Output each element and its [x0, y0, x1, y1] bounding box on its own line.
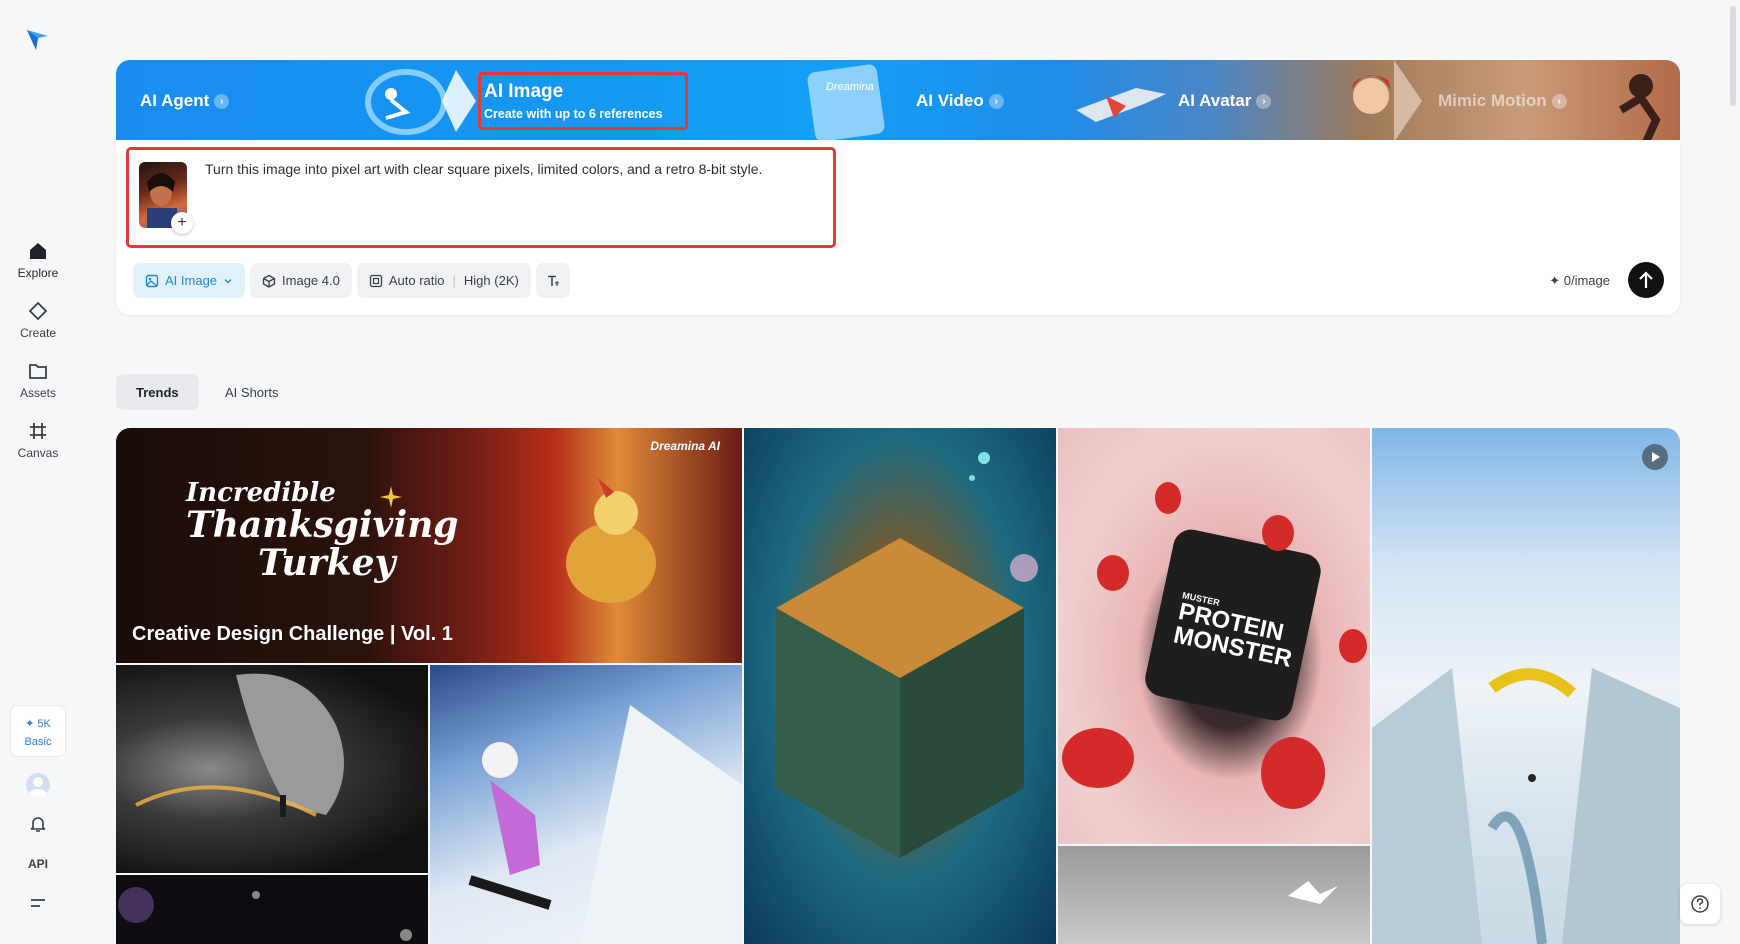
- bird-illustration: [1288, 881, 1338, 904]
- tab-label: Mimic Motion: [1438, 91, 1547, 110]
- help-button[interactable]: [1680, 884, 1720, 924]
- chevron-right-icon: ›: [1256, 93, 1272, 109]
- featured-headline: Incredible Thanksgiving Turkey: [186, 478, 459, 585]
- credits-badge[interactable]: ✦ 5K Basic: [10, 705, 66, 757]
- add-reference-button[interactable]: +: [171, 212, 193, 234]
- polar-bear-illustration: [468, 705, 742, 944]
- gallery-card-bird[interactable]: [1058, 846, 1370, 944]
- strawberries-illustration: [1062, 482, 1367, 809]
- tab-label: AI Image: [484, 81, 564, 102]
- gallery-card-featured[interactable]: Incredible Thanksgiving Turkey Dreamina …: [116, 428, 742, 663]
- tab-subtitle: Create with up to 6 references: [484, 107, 663, 121]
- hash-icon: [30, 423, 46, 439]
- tab-ai-agent[interactable]: AI Agent ›: [140, 60, 230, 142]
- headline-line: Turkey: [258, 542, 396, 585]
- dancer-illustration: [1618, 74, 1661, 142]
- gallery-card-statue[interactable]: [116, 665, 428, 873]
- model-label: Image 4.0: [282, 273, 340, 288]
- chevron-down-icon: [224, 278, 232, 283]
- tab-mimic-motion[interactable]: Mimic Motion ›: [1438, 60, 1567, 142]
- dreamina-logo[interactable]: [24, 26, 52, 54]
- tab-ai-shorts[interactable]: AI Shorts: [205, 374, 298, 410]
- headline-line: Incredible: [186, 478, 336, 508]
- gallery-card-polar-bear-snowboarder[interactable]: [430, 665, 742, 944]
- api-link[interactable]: API: [0, 857, 76, 871]
- brand-watermark: Dreamina AI: [650, 439, 720, 453]
- headline-line: Thanksgiving: [186, 504, 459, 547]
- featured-caption: Creative Design Challenge | Vol. 1: [132, 623, 453, 645]
- avatar-illustration: [1351, 60, 1422, 142]
- bell-icon[interactable]: [28, 814, 48, 834]
- tab-ai-image[interactable]: AI Image Create with up to 6 references: [478, 72, 688, 130]
- sidebar-item-label: Canvas: [17, 446, 59, 460]
- sidebar-item-create[interactable]: Create: [0, 300, 76, 340]
- menu-icon[interactable]: [29, 896, 47, 910]
- plan-label: Basic: [24, 736, 52, 748]
- sparkle-icon: [380, 486, 402, 508]
- mode-select[interactable]: AI Image: [133, 263, 246, 298]
- diamond-icon: [28, 301, 48, 321]
- prompt-area[interactable]: + Turn this image into pixel art with cl…: [126, 147, 836, 248]
- cost-per-image: ✦ 0/image: [1549, 273, 1610, 288]
- gallery-card-underwater-ruins[interactable]: [744, 428, 1056, 944]
- dreamina-card-label: Dreamina: [826, 81, 874, 93]
- tab-ai-avatar[interactable]: AI Avatar ›: [1178, 60, 1272, 142]
- scrollbar[interactable]: [1730, 6, 1736, 106]
- sidebar-item-assets[interactable]: Assets: [0, 360, 76, 400]
- text-style-button[interactable]: [535, 263, 570, 298]
- sidebar-item-canvas[interactable]: Canvas: [0, 420, 76, 460]
- prompt-input[interactable]: Turn this image into pixel art with clea…: [205, 161, 762, 177]
- generate-button[interactable]: [1628, 262, 1664, 298]
- ice-canyon-illustration: [1372, 668, 1680, 944]
- tab-trends[interactable]: Trends: [116, 374, 199, 410]
- dreamina-card-illustration: Dreamina: [807, 64, 885, 142]
- aspect-ratio-icon: [369, 274, 383, 287]
- image-icon: [145, 274, 159, 287]
- sidebar: Explore Create Assets Canvas ✦ 5K Basic …: [0, 0, 76, 944]
- gallery-card-protein-product[interactable]: MUSTER PROTEIN MONSTER: [1058, 428, 1370, 844]
- mode-banner: AI Agent › AI Image Create with up to 6 r…: [116, 60, 1680, 142]
- statue-illustration: [135, 673, 344, 817]
- arrow-up-icon: [1639, 271, 1653, 288]
- folder-icon: [29, 364, 47, 379]
- ratio-quality-select[interactable]: Auto ratio | High (2K): [356, 263, 531, 298]
- quality-label: High (2K): [463, 273, 519, 288]
- separator: |: [452, 273, 456, 288]
- home-icon: [30, 243, 46, 259]
- model-select[interactable]: Image 4.0: [250, 263, 352, 298]
- sidebar-item-label: Explore: [17, 266, 59, 280]
- tab-label: AI Avatar: [1178, 91, 1252, 110]
- credits-amount: ✦ 5K: [25, 718, 51, 730]
- play-icon[interactable]: [1642, 444, 1668, 470]
- chevron-right-icon: ›: [1551, 93, 1567, 109]
- sidebar-item-label: Create: [19, 326, 57, 340]
- generation-toolbar: AI Image Image 4.0 Auto ratio | High (2K…: [133, 263, 570, 298]
- cube-icon: [262, 274, 276, 288]
- isometric-island-illustration: [776, 452, 1038, 858]
- sidebar-item-explore[interactable]: Explore: [0, 240, 76, 280]
- question-icon: [1691, 895, 1709, 913]
- tab-label: AI Agent: [140, 91, 210, 110]
- text-icon: [547, 275, 559, 286]
- prompt-card: + Turn this image into pixel art with cl…: [116, 140, 1680, 315]
- skier-illustration: [365, 69, 476, 135]
- tab-ai-video[interactable]: AI Video ›: [916, 60, 1004, 142]
- gallery-card-paraglider[interactable]: [1372, 428, 1680, 944]
- chevron-right-icon: ›: [988, 93, 1004, 109]
- gallery-card-bubbles[interactable]: [116, 875, 428, 944]
- chevron-right-icon: ›: [214, 93, 230, 109]
- turkey-illustration: [566, 478, 656, 603]
- jet-illustration: [1076, 88, 1166, 122]
- bubbles-illustration: [118, 887, 412, 941]
- sidebar-item-label: Assets: [19, 386, 56, 400]
- ratio-label: Auto ratio: [388, 273, 445, 288]
- avatar[interactable]: [26, 773, 50, 797]
- mode-label: AI Image: [165, 273, 218, 288]
- tab-label: AI Video: [916, 91, 984, 110]
